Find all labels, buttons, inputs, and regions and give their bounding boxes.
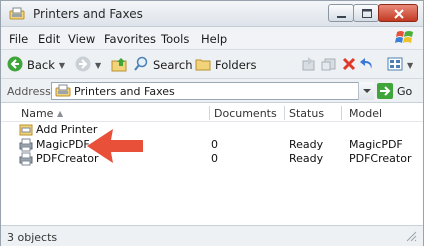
standard-toolbar: Back ▼ ▼ Search Folders ▼ — [1, 49, 423, 79]
printer-model: MagicPDF — [349, 138, 403, 151]
window-title: Printers and Faxes — [33, 7, 143, 21]
list-item[interactable]: PDFCreator 0 Ready PDFCreator — [1, 152, 423, 166]
back-button[interactable]: Back ▼ — [7, 56, 65, 74]
undo-icon — [359, 56, 375, 75]
back-arrow-icon — [7, 56, 23, 75]
delete-button[interactable] — [341, 56, 357, 74]
menu-edit[interactable]: Edit — [38, 32, 60, 46]
printer-icon — [19, 152, 33, 169]
move-to-button[interactable] — [301, 56, 317, 74]
list-item[interactable]: Add Printer — [1, 123, 423, 137]
column-header-model[interactable]: Model — [349, 107, 382, 120]
printer-documents: 0 — [211, 152, 218, 165]
menu-file[interactable]: File — [9, 32, 28, 46]
folders-label: Folders — [215, 58, 257, 72]
printer-name: MagicPDF — [36, 138, 90, 151]
chevron-down-icon — [363, 89, 371, 93]
printer-status: Ready — [289, 152, 324, 165]
column-header-status[interactable]: Status — [289, 107, 324, 120]
close-button[interactable] — [378, 4, 418, 22]
printer-folder-icon — [55, 84, 71, 101]
go-label[interactable]: Go — [397, 85, 412, 98]
search-button[interactable]: Search — [133, 56, 193, 74]
forward-arrow-icon — [75, 56, 91, 75]
sort-ascending-icon: ▲ — [57, 109, 64, 118]
menu-help[interactable]: Help — [201, 32, 227, 46]
minimize-button[interactable] — [328, 4, 354, 22]
go-button[interactable] — [377, 83, 393, 99]
status-object-count: 3 objects — [7, 231, 58, 244]
printer-documents: 0 — [211, 138, 218, 151]
status-bar: 3 objects — [1, 225, 423, 246]
go-arrow-icon — [380, 86, 391, 96]
red-pointer-arrow-icon — [87, 129, 143, 163]
address-field[interactable]: Printers and Faxes — [51, 82, 373, 100]
list-item[interactable]: MagicPDF 0 Ready MagicPDF — [1, 138, 423, 152]
views-icon — [387, 56, 403, 75]
menu-favorites[interactable]: Favorites — [104, 32, 156, 46]
printer-model: PDFCreator — [349, 152, 412, 165]
move-to-icon — [301, 56, 317, 75]
folders-button[interactable]: Folders — [195, 56, 257, 74]
menu-tools[interactable]: Tools — [161, 32, 189, 46]
up-folder-icon — [111, 56, 129, 75]
column-header-documents[interactable]: Documents — [214, 107, 277, 120]
forward-button[interactable]: ▼ — [75, 56, 101, 74]
printer-list: Name ▲ Documents Status Model Add Printe… — [1, 103, 423, 225]
address-label: Address — [7, 85, 51, 98]
printers-and-faxes-window: Printers and Faxes File Edit View Favori… — [0, 0, 424, 246]
menu-view[interactable]: View — [68, 32, 95, 46]
printer-status: Ready — [289, 138, 324, 151]
resize-grip-icon[interactable] — [405, 230, 417, 242]
column-divider[interactable] — [284, 106, 285, 120]
title-bar: Printers and Faxes — [1, 1, 423, 27]
windows-logo-icon — [395, 29, 415, 47]
chevron-down-icon: ▼ — [407, 60, 414, 70]
chevron-down-icon: ▼ — [58, 60, 66, 70]
folders-icon — [195, 56, 211, 75]
maximize-button[interactable] — [353, 4, 379, 22]
address-dropdown-button[interactable] — [358, 82, 374, 100]
delete-icon — [341, 56, 357, 75]
views-button[interactable]: ▼ — [387, 56, 413, 74]
column-header-name[interactable]: Name — [21, 107, 53, 120]
address-bar: Address Printers and Faxes Go — [1, 79, 423, 103]
menu-bar: File Edit View Favorites Tools Help — [1, 27, 423, 49]
search-label: Search — [153, 58, 193, 72]
undo-button[interactable] — [359, 56, 375, 74]
header-divider — [1, 121, 423, 122]
printer-folder-icon — [9, 7, 25, 21]
copy-to-icon — [321, 56, 337, 75]
column-divider[interactable] — [341, 106, 342, 120]
copy-to-button[interactable] — [321, 56, 337, 74]
column-divider[interactable] — [209, 106, 210, 120]
chevron-down-icon: ▼ — [95, 60, 102, 70]
address-value: Printers and Faxes — [74, 85, 175, 98]
search-icon — [133, 56, 149, 75]
back-label: Back — [27, 58, 55, 72]
up-folder-button[interactable] — [111, 56, 129, 74]
